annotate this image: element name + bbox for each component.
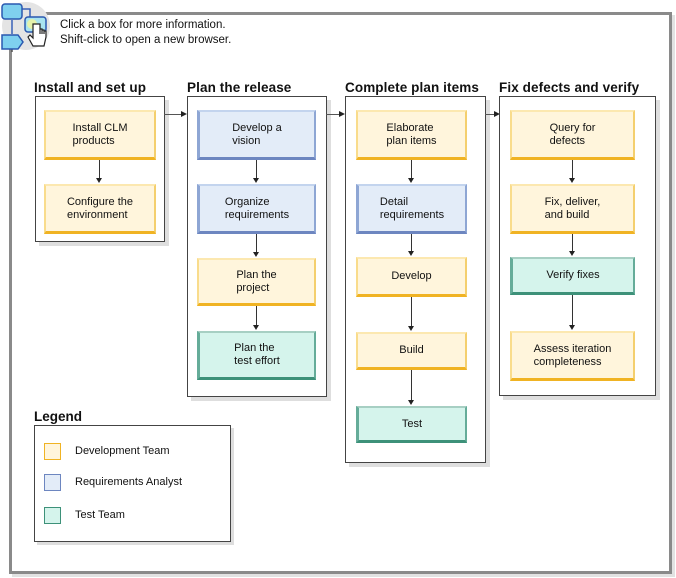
task-organize-requirements[interactable]: Organize requirements <box>197 184 316 234</box>
arrow-down-icon <box>96 178 102 183</box>
stage-connector <box>164 114 181 115</box>
task-label: Query for defects <box>549 121 596 147</box>
task-label: Fix, deliver, and build <box>544 195 601 221</box>
task-detail-requirements[interactable]: Detail requirements <box>356 184 467 234</box>
task-label: Verify fixes <box>546 269 600 281</box>
task-label: Assess iteration completeness <box>533 342 612 368</box>
task-query-for-defects[interactable]: Query for defects <box>510 110 635 160</box>
task-verify-fixes[interactable]: Verify fixes <box>510 257 635 295</box>
stage-connector <box>326 114 339 115</box>
task-label: Plan the project <box>236 268 277 294</box>
flow-connector <box>572 295 573 326</box>
arrow-down-icon <box>408 326 414 331</box>
flow-connector <box>411 234 412 252</box>
stage-title-fix-defects: Fix defects and verify <box>499 80 640 95</box>
task-plan-project[interactable]: Plan the project <box>197 258 316 306</box>
legend-label-development-team: Development Team <box>75 445 170 457</box>
stage-title-complete-plan-items: Complete plan items <box>345 80 479 95</box>
legend-swatch-development-team <box>44 443 61 460</box>
task-develop[interactable]: Develop <box>356 257 467 297</box>
legend-label-requirements-analyst: Requirements Analyst <box>75 476 182 488</box>
task-label: Install CLM products <box>72 121 128 147</box>
flow-connector <box>411 160 412 179</box>
legend-swatch-test-team <box>44 507 61 524</box>
stage-title-plan-release: Plan the release <box>187 80 292 95</box>
task-elaborate-plan-items[interactable]: Elaborate plan items <box>356 110 467 160</box>
task-label: Plan the test effort <box>234 342 280 367</box>
task-install-clm-products[interactable]: Install CLM products <box>44 110 156 160</box>
arrow-down-icon <box>253 325 259 330</box>
legend-swatch-requirements-analyst <box>44 474 61 491</box>
instruction-line-1: Click a box for more information. <box>60 19 226 31</box>
arrow-down-icon <box>408 400 414 405</box>
legend-title: Legend <box>34 409 83 424</box>
arrow-down-icon <box>253 252 259 257</box>
task-configure-environment[interactable]: Configure the environment <box>44 184 156 234</box>
task-assess-iteration-completeness[interactable]: Assess iteration completeness <box>510 331 635 381</box>
stage-title-install: Install and set up <box>34 80 147 95</box>
instruction-line-2: Shift-click to open a new browser. <box>60 34 232 46</box>
arrow-down-icon <box>569 178 575 183</box>
arrow-down-icon <box>253 178 259 183</box>
arrow-down-icon <box>569 325 575 330</box>
flow-connector <box>572 160 573 179</box>
task-build[interactable]: Build <box>356 332 467 370</box>
legend: Development Team Requirements Analyst Te… <box>34 425 231 542</box>
arrow-down-icon <box>408 178 414 183</box>
flow-connector <box>256 234 257 253</box>
task-label: Organize requirements <box>224 195 290 221</box>
legend-label-test-team: Test Team <box>75 509 125 521</box>
arrow-down-icon <box>569 251 575 256</box>
stage-connector <box>485 114 494 115</box>
flow-connector <box>256 306 257 326</box>
flow-connector <box>411 370 412 401</box>
flow-connector <box>256 160 257 179</box>
flow-connector <box>572 234 573 252</box>
clickable-flowchart-hand-icon <box>0 0 52 52</box>
task-label: Test <box>401 417 423 430</box>
task-label: Configure the environment <box>66 195 134 221</box>
task-test[interactable]: Test <box>356 406 467 443</box>
task-label: Develop <box>391 270 432 282</box>
task-plan-test-effort[interactable]: Plan the test effort <box>197 331 316 380</box>
task-label: Detail requirements <box>379 195 445 221</box>
flow-connector <box>99 160 100 179</box>
flow-connector <box>411 297 412 327</box>
arrow-down-icon <box>408 251 414 256</box>
task-label: Elaborate plan items <box>386 121 437 147</box>
task-fix-deliver-build[interactable]: Fix, deliver, and build <box>510 184 635 234</box>
task-develop-vision[interactable]: Develop a vision <box>197 110 316 160</box>
task-label: Build <box>399 344 424 356</box>
task-label: Develop a vision <box>232 121 282 147</box>
